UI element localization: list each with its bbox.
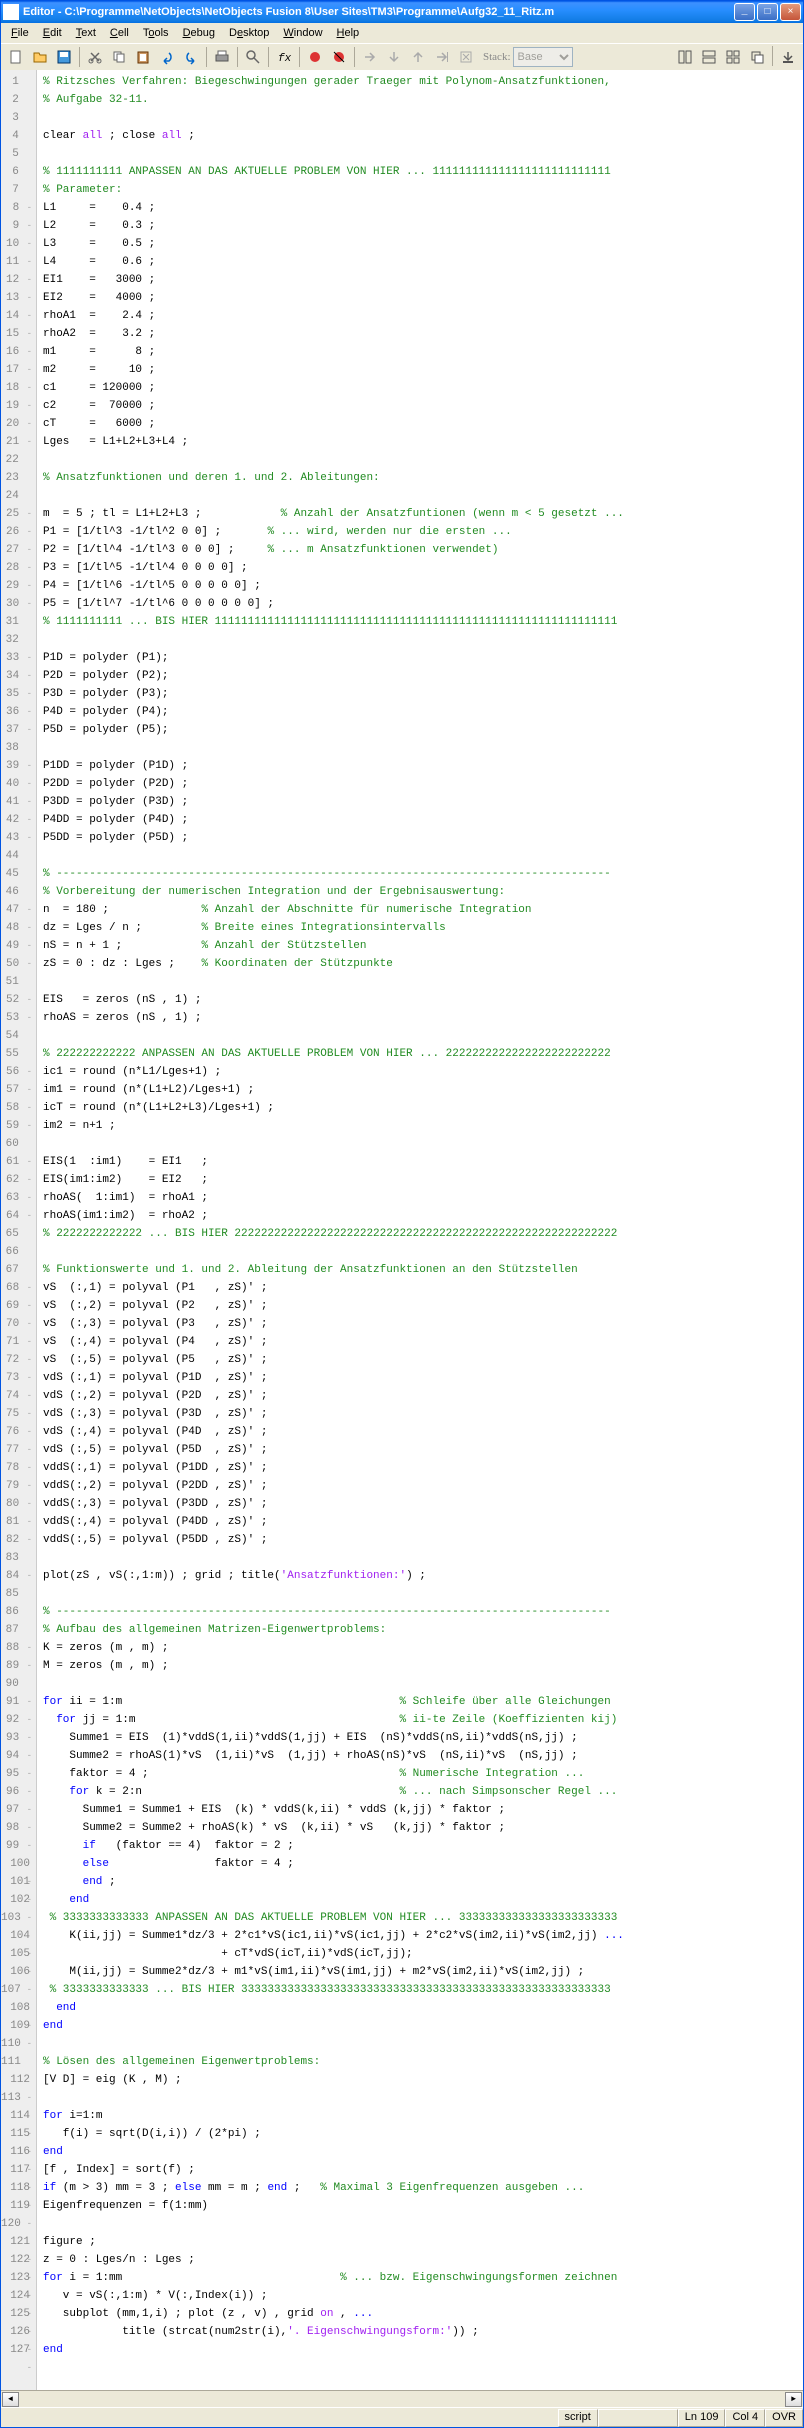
new-file-icon[interactable] — [5, 46, 27, 68]
print-icon[interactable] — [211, 46, 233, 68]
status-ovr: OVR — [765, 2409, 803, 2427]
menu-debug[interactable]: Debug — [177, 25, 221, 41]
step-out-icon[interactable] — [407, 46, 429, 68]
tile-h-icon[interactable] — [674, 46, 696, 68]
menu-window[interactable]: Window — [277, 25, 328, 41]
titlebar[interactable]: Editor - C:\Programme\NetObjects\NetObje… — [1, 1, 803, 23]
breakpoint-set-icon[interactable] — [304, 46, 326, 68]
save-icon[interactable] — [53, 46, 75, 68]
tile-grid-icon[interactable] — [722, 46, 744, 68]
stack-select[interactable]: Base — [513, 47, 573, 67]
editor-area[interactable]: 1 2 3 4 5 6 7 8 -9 -10 -11 -12 -13 -14 -… — [1, 70, 803, 2390]
cut-icon[interactable] — [84, 46, 106, 68]
code-editor[interactable]: % Ritzsches Verfahren: Biegeschwingungen… — [37, 70, 803, 2390]
fx-icon[interactable]: fx — [273, 46, 295, 68]
menu-text[interactable]: Text — [70, 25, 102, 41]
scroll-right-icon[interactable]: ► — [785, 2392, 802, 2407]
menu-help[interactable]: Help — [331, 25, 366, 41]
undo-icon[interactable] — [156, 46, 178, 68]
status-script: script — [558, 2409, 598, 2427]
copy-icon[interactable] — [108, 46, 130, 68]
menu-cell[interactable]: Cell — [104, 25, 135, 41]
menubar: File Edit Text Cell Tools Debug Desktop … — [1, 23, 803, 43]
menu-tools[interactable]: Tools — [137, 25, 175, 41]
menu-desktop[interactable]: Desktop — [223, 25, 275, 41]
window-title: Editor - C:\Programme\NetObjects\NetObje… — [23, 6, 734, 18]
close-button[interactable]: × — [780, 3, 801, 21]
exit-debug-icon[interactable] — [455, 46, 477, 68]
open-file-icon[interactable] — [29, 46, 51, 68]
app-icon — [3, 4, 19, 20]
step-in-icon[interactable] — [383, 46, 405, 68]
menu-edit[interactable]: Edit — [37, 25, 68, 41]
tile-v-icon[interactable] — [698, 46, 720, 68]
toolbar: fx Stack: Base — [1, 43, 803, 70]
status-line: Ln 109 — [678, 2409, 726, 2427]
continue-icon[interactable] — [431, 46, 453, 68]
float-icon[interactable] — [746, 46, 768, 68]
minimize-button[interactable]: _ — [734, 3, 755, 21]
status-col: Col 4 — [725, 2409, 765, 2427]
redo-icon[interactable] — [180, 46, 202, 68]
svg-text:fx: fx — [278, 53, 292, 65]
maximize-button[interactable]: □ — [757, 3, 778, 21]
dock-icon[interactable] — [777, 46, 799, 68]
find-icon[interactable] — [242, 46, 264, 68]
step-icon[interactable] — [359, 46, 381, 68]
scroll-left-icon[interactable]: ◄ — [2, 2392, 19, 2407]
stack-label: Stack: — [483, 51, 511, 63]
paste-icon[interactable] — [132, 46, 154, 68]
menu-file[interactable]: File — [5, 25, 35, 41]
breakpoint-clear-icon[interactable] — [328, 46, 350, 68]
line-gutter[interactable]: 1 2 3 4 5 6 7 8 -9 -10 -11 -12 -13 -14 -… — [1, 70, 37, 2390]
statusbar: script Ln 109 Col 4 OVR — [1, 2407, 803, 2427]
